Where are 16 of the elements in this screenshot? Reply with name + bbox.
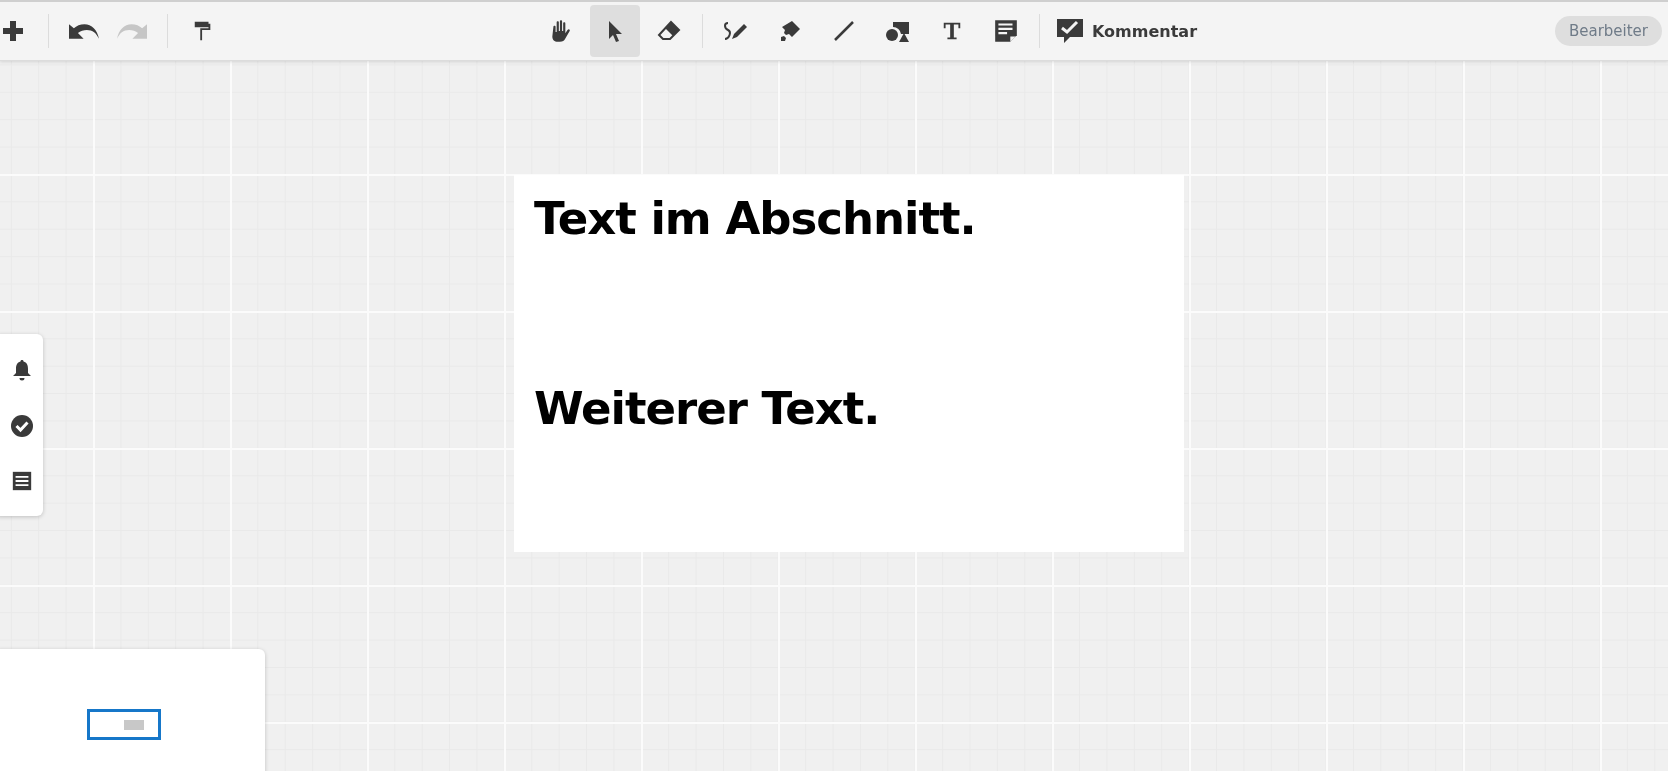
- minimap-block: [124, 719, 144, 730]
- paragraph-text: Text im Abschnitt.: [534, 191, 977, 247]
- plus-icon: [1, 19, 25, 43]
- check-icon[interactable]: [9, 414, 34, 438]
- pointer-tool-button[interactable]: [590, 5, 640, 57]
- comment-check-icon: [1056, 18, 1084, 44]
- undo-icon: [69, 23, 99, 39]
- eraser-icon: [656, 19, 682, 43]
- minimap-viewport[interactable]: [87, 709, 161, 740]
- comment-button[interactable]: Kommentar: [1048, 9, 1206, 53]
- paragraph-text: Weiterer Text.: [534, 381, 881, 437]
- role-badge: Bearbeiter: [1554, 16, 1662, 46]
- note-icon: [993, 18, 1019, 44]
- list-icon[interactable]: [10, 470, 33, 492]
- line-icon: [832, 19, 856, 43]
- redo-icon: [117, 23, 147, 39]
